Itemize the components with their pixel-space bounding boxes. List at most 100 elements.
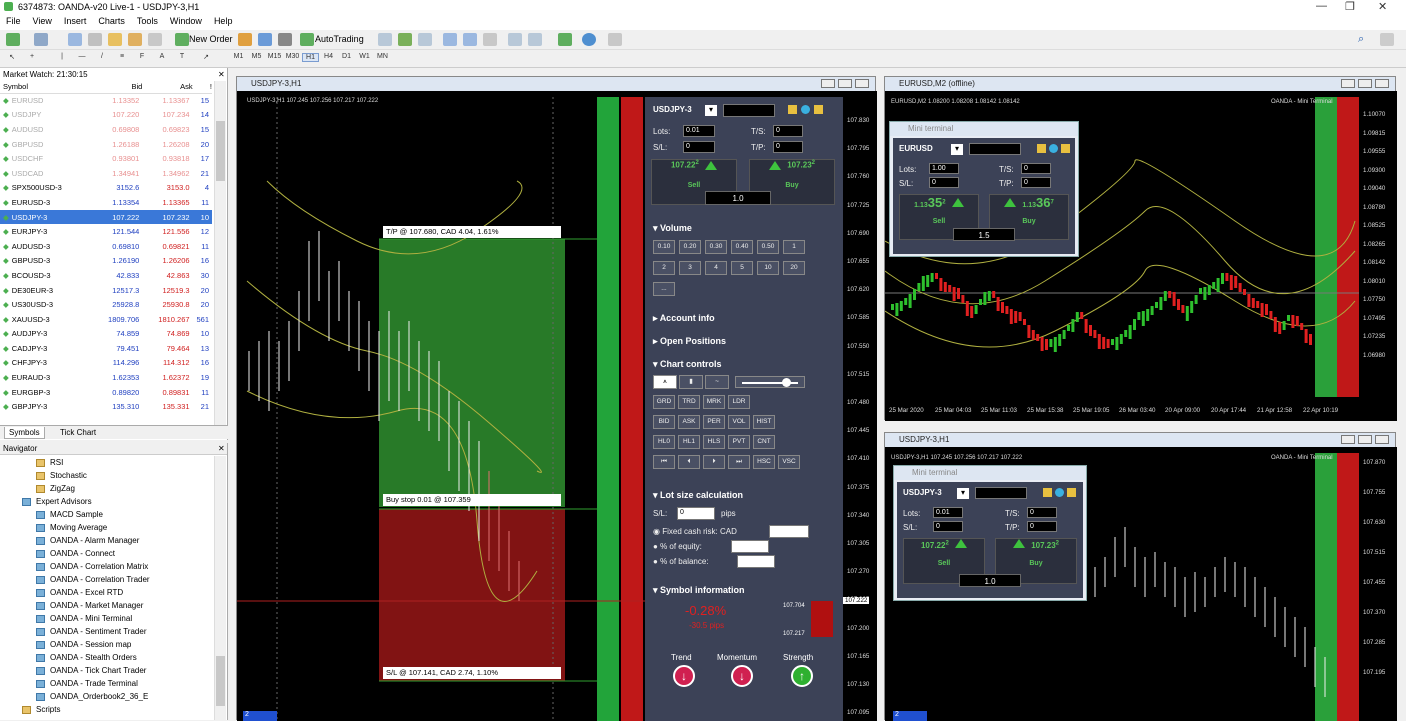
tp-input[interactable]: 0 [1021, 177, 1051, 188]
chart-type-line-icon[interactable]: ~ [705, 375, 729, 389]
autotrading-icon[interactable] [300, 33, 314, 46]
volume-section-title[interactable]: ▾ Volume [653, 223, 692, 234]
label-icon[interactable]: T [174, 53, 190, 60]
autoscroll-icon[interactable] [528, 33, 542, 46]
market-watch-row[interactable]: ◆ EURUSD-3 1.13354 1.13365 11 [0, 195, 212, 210]
nav-expert[interactable]: OANDA - Session map [36, 640, 131, 649]
chart-control-button[interactable]: HLS [703, 435, 725, 449]
new-order-button[interactable]: New Order [189, 34, 233, 44]
close-icon[interactable]: ✕ [218, 444, 225, 453]
tp-input[interactable]: 0 [1027, 521, 1057, 532]
volume-button[interactable]: 20 [783, 261, 805, 275]
market-watch-row[interactable]: ◆ AUDUSD 0.69808 0.69823 15 [0, 122, 212, 137]
nav-expert-advisors-folder[interactable]: Expert Advisors [22, 497, 92, 506]
market-icon[interactable] [278, 33, 292, 46]
col-bid[interactable]: Bid [96, 81, 143, 94]
mini-search-input[interactable] [969, 143, 1021, 155]
chart-control-button[interactable]: LDR [728, 395, 750, 409]
settings-icon[interactable] [1043, 488, 1052, 497]
minimize-icon[interactable] [1341, 435, 1355, 444]
minimize-icon[interactable] [821, 79, 835, 88]
chart-control-button[interactable]: BID [653, 415, 675, 429]
layout-icon[interactable] [1067, 488, 1076, 497]
market-watch-row[interactable]: ◆ USDCAD 1.34941 1.34962 21 [0, 166, 212, 181]
volume-button[interactable]: 0.10 [653, 240, 675, 254]
new-order-icon[interactable] [175, 33, 189, 46]
nav-expert[interactable]: OANDA - Trade Terminal [36, 679, 138, 688]
fixed-risk-input[interactable] [769, 525, 809, 538]
nav-expert[interactable]: MACD Sample [36, 510, 103, 519]
volume-button[interactable]: 4 [705, 261, 727, 275]
market-watch-row[interactable]: ◆ BCOUSD-3 42.833 42.863 30 [0, 268, 212, 283]
close-icon[interactable] [1375, 79, 1389, 88]
symbol-info-section[interactable]: ▾ Symbol information [653, 585, 745, 596]
vertical-line-icon[interactable]: | [54, 53, 70, 60]
volume-button[interactable]: 2 [653, 261, 675, 275]
nav-scripts-folder[interactable]: Scripts [22, 705, 60, 714]
menu-help[interactable]: Help [214, 14, 233, 29]
chart-control-button[interactable]: HSC [753, 455, 775, 469]
sl-input[interactable]: 0 [929, 177, 959, 188]
last-bar-icon[interactable]: ⏭ [728, 455, 750, 469]
chat-icon[interactable] [1380, 33, 1394, 46]
symbol-search-input[interactable] [723, 104, 775, 117]
chart-control-button[interactable]: GRD [653, 395, 675, 409]
next-bar-icon[interactable]: ⏵ [703, 455, 725, 469]
col-spread[interactable]: ! [192, 81, 212, 94]
cursor-icon[interactable]: ↖ [4, 53, 20, 61]
nav-indicator[interactable]: ZigZag [36, 484, 75, 493]
chart-control-button[interactable]: HL0 [653, 435, 675, 449]
new-chart-icon[interactable] [6, 33, 20, 46]
nav-expert[interactable]: OANDA - Mini Terminal [36, 614, 132, 623]
menu-tools[interactable]: Tools [137, 14, 158, 29]
market-watch-row[interactable]: ◆ EURUSD 1.13352 1.13367 15 [0, 93, 212, 108]
timeframe-m30[interactable]: M30 [284, 53, 301, 60]
market-watch-row[interactable]: ◆ AUDUSD-3 0.69810 0.69821 11 [0, 239, 212, 254]
candlestick-icon[interactable] [398, 33, 412, 46]
volume-button[interactable]: ... [653, 282, 675, 296]
lot-calc-section[interactable]: ▾ Lot size calculation [653, 490, 743, 501]
prev-bar-icon[interactable]: ⏴ [678, 455, 700, 469]
sl-input[interactable]: 0 [683, 141, 715, 153]
ts-input[interactable]: 0 [1027, 507, 1057, 518]
minimize-icon[interactable]: — [1316, 0, 1327, 12]
market-watch-row[interactable]: ◆ AUDJPY-3 74.859 74.869 10 [0, 327, 212, 342]
market-watch-row[interactable]: ◆ USDCHF 0.93801 0.93818 17 [0, 151, 212, 166]
chart-type-bars-icon[interactable]: ⩚ [653, 375, 677, 389]
terminal-icon[interactable] [128, 33, 142, 46]
nav-expert[interactable]: OANDA - Stealth Orders [36, 653, 137, 662]
nav-expert[interactable]: Moving Average [36, 523, 107, 532]
zoom-slider[interactable] [735, 376, 805, 388]
crosshair-icon[interactable]: + [24, 53, 40, 60]
timeframe-m5[interactable]: M5 [248, 53, 265, 60]
chevron-down-icon[interactable]: ▾ [705, 105, 717, 116]
close-icon[interactable]: ✕ [1378, 0, 1387, 13]
nav-expert[interactable]: OANDA - Correlation Matrix [36, 562, 148, 571]
info-icon[interactable] [1049, 144, 1058, 153]
volume-button[interactable]: 0.50 [757, 240, 779, 254]
col-symbol[interactable]: Symbol [0, 81, 97, 94]
menu-view[interactable]: View [33, 14, 52, 29]
chart-window-usdjpy[interactable]: USDJPY-3,H1 USDJPY-3,H1 107.245 107.256 … [236, 76, 877, 721]
minimize-icon[interactable] [1341, 79, 1355, 88]
maximize-icon[interactable] [1358, 79, 1372, 88]
chart-control-button[interactable]: PER [703, 415, 725, 429]
volume-button[interactable]: 10 [757, 261, 779, 275]
mini-symbol[interactable]: USDJPY-3 [903, 488, 942, 497]
nav-expert[interactable]: OANDA_Orderbook2_36_E [36, 692, 148, 701]
slider-handle[interactable] [782, 378, 791, 387]
zoom-in-icon[interactable] [443, 33, 457, 46]
timeframe-d1[interactable]: D1 [338, 53, 355, 60]
layout-icon[interactable] [814, 105, 823, 114]
chart-control-button[interactable]: TRD [678, 395, 700, 409]
strategy-tester-icon[interactable] [148, 33, 162, 46]
bar-chart-icon[interactable] [378, 33, 392, 46]
market-watch-row[interactable]: ◆ EURJPY-3 121.544 121.556 12 [0, 224, 212, 239]
take-profit-label[interactable]: T/P @ 107.680, CAD 4.04, 1.61% [383, 226, 561, 238]
maximize-icon[interactable] [1358, 435, 1372, 444]
tab-tick-chart[interactable]: Tick Chart [56, 427, 100, 438]
volume-button[interactable]: 3 [679, 261, 701, 275]
autotrading-button[interactable]: AutoTrading [315, 34, 364, 44]
close-icon[interactable]: ✕ [218, 70, 225, 79]
nav-expert[interactable]: OANDA - Alarm Manager [36, 536, 139, 545]
